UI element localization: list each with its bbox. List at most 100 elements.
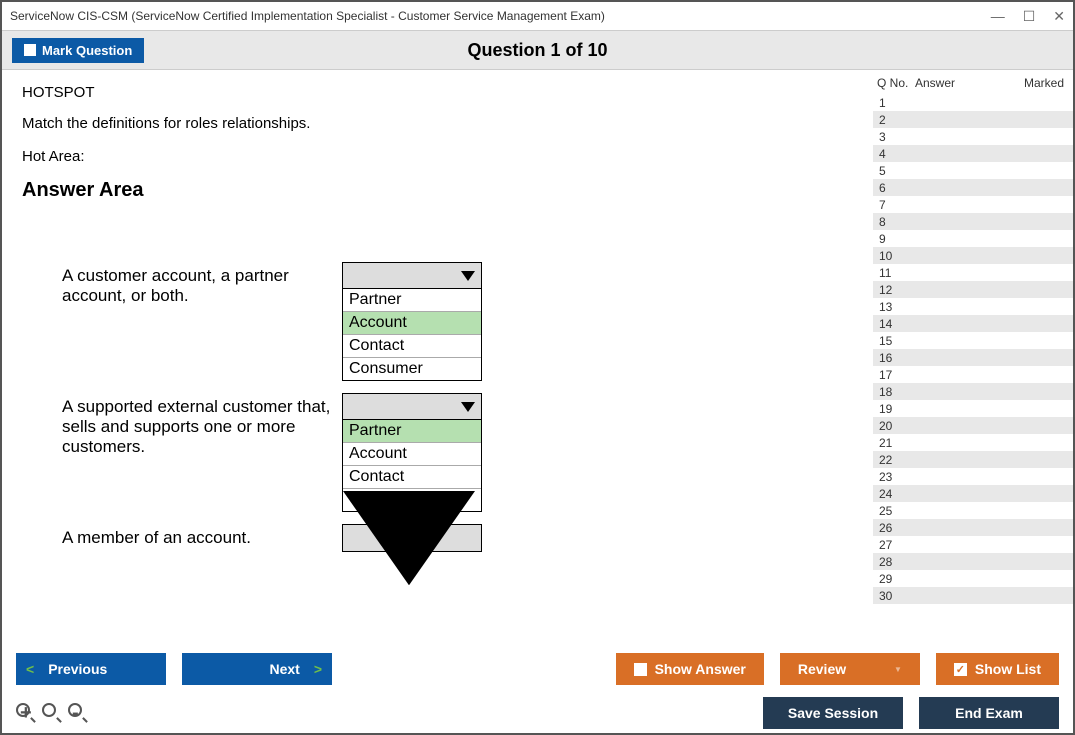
question-list-row[interactable]: 11 bbox=[873, 264, 1073, 281]
previous-button[interactable]: < Previous bbox=[16, 653, 166, 685]
question-type: HOTSPOT bbox=[22, 84, 853, 101]
zoom-in-icon[interactable]: + bbox=[16, 703, 36, 723]
chevron-right-icon: > bbox=[314, 661, 322, 677]
question-list-row[interactable]: 17 bbox=[873, 366, 1073, 383]
question-number: 3 bbox=[879, 130, 911, 144]
question-number: 23 bbox=[879, 470, 911, 484]
end-exam-button[interactable]: End Exam bbox=[919, 697, 1059, 729]
dropdown-option[interactable]: Partner bbox=[343, 289, 481, 312]
dropdown-option[interactable]: Contact bbox=[343, 466, 481, 489]
question-number: 30 bbox=[879, 589, 911, 603]
show-answer-label: Show Answer bbox=[655, 661, 746, 677]
question-list-row[interactable]: 5 bbox=[873, 162, 1073, 179]
chevron-down-icon: ▼ bbox=[894, 665, 902, 674]
dropdown-option[interactable]: Account bbox=[343, 443, 481, 466]
titlebar: ServiceNow CIS-CSM (ServiceNow Certified… bbox=[2, 2, 1073, 30]
question-list-row[interactable]: 30 bbox=[873, 587, 1073, 604]
app-window: ServiceNow CIS-CSM (ServiceNow Certified… bbox=[0, 0, 1075, 735]
save-session-button[interactable]: Save Session bbox=[763, 697, 903, 729]
close-icon[interactable]: ✕ bbox=[1053, 8, 1065, 25]
question-list-row[interactable]: 23 bbox=[873, 468, 1073, 485]
dropdown-option[interactable]: Account bbox=[343, 312, 481, 335]
question-list-row[interactable]: 13 bbox=[873, 298, 1073, 315]
question-list-row[interactable]: 7 bbox=[873, 196, 1073, 213]
zoom-reset-icon[interactable] bbox=[42, 703, 62, 723]
show-list-button[interactable]: Show List bbox=[936, 653, 1059, 685]
question-list-row[interactable]: 22 bbox=[873, 451, 1073, 468]
question-list-row[interactable]: 19 bbox=[873, 400, 1073, 417]
question-number: 29 bbox=[879, 572, 911, 586]
next-label: Next bbox=[269, 661, 299, 677]
dropdown-option[interactable]: Consumer bbox=[343, 358, 481, 380]
question-list-row[interactable]: 15 bbox=[873, 332, 1073, 349]
minimize-icon[interactable]: — bbox=[991, 8, 1005, 24]
question-content[interactable]: HOTSPOT Match the definitions for roles … bbox=[2, 70, 873, 643]
next-button[interactable]: Next > bbox=[182, 653, 332, 685]
question-list-panel: Q No. Answer Marked 12345678910111213141… bbox=[873, 70, 1073, 643]
question-number: 16 bbox=[879, 351, 911, 365]
question-list-row[interactable]: 2 bbox=[873, 111, 1073, 128]
question-number: 2 bbox=[879, 113, 911, 127]
dropdown-expanded[interactable]: PartnerAccountContactConsumer bbox=[342, 262, 482, 381]
dropdown-toggle[interactable] bbox=[343, 263, 481, 289]
dropdown-option[interactable]: Partner bbox=[343, 420, 481, 443]
question-list-row[interactable]: 3 bbox=[873, 128, 1073, 145]
col-marked: Marked bbox=[1019, 76, 1069, 90]
question-list-row[interactable]: 1 bbox=[873, 94, 1073, 111]
question-list-row[interactable]: 29 bbox=[873, 570, 1073, 587]
footer-row-1: < Previous Next > Show Answer Review ▼ S… bbox=[16, 653, 1059, 685]
match-description: A member of an account. bbox=[62, 524, 342, 548]
zoom-controls: + - bbox=[16, 703, 88, 723]
question-number: 22 bbox=[879, 453, 911, 467]
chevron-left-icon: < bbox=[26, 661, 34, 677]
show-answer-button[interactable]: Show Answer bbox=[616, 653, 764, 685]
question-list-row[interactable]: 6 bbox=[873, 179, 1073, 196]
checkbox-icon bbox=[24, 44, 36, 56]
dropdown-toggle[interactable] bbox=[343, 394, 481, 420]
end-exam-label: End Exam bbox=[955, 705, 1023, 721]
question-list-row[interactable]: 20 bbox=[873, 417, 1073, 434]
maximize-icon[interactable]: ☐ bbox=[1023, 8, 1036, 25]
question-list-row[interactable]: 8 bbox=[873, 213, 1073, 230]
show-list-label: Show List bbox=[975, 661, 1041, 677]
question-list[interactable]: 1234567891011121314151617181920212223242… bbox=[873, 94, 1073, 643]
dropdown-collapsed[interactable] bbox=[342, 524, 482, 552]
question-list-row[interactable]: 28 bbox=[873, 553, 1073, 570]
question-list-row[interactable]: 24 bbox=[873, 485, 1073, 502]
review-button[interactable]: Review ▼ bbox=[780, 653, 920, 685]
question-number: 5 bbox=[879, 164, 911, 178]
question-number: 13 bbox=[879, 300, 911, 314]
question-list-row[interactable]: 21 bbox=[873, 434, 1073, 451]
col-qno: Q No. bbox=[877, 76, 915, 90]
matches-container: A customer account, a partner account, o… bbox=[22, 262, 853, 552]
question-list-row[interactable]: 26 bbox=[873, 519, 1073, 536]
footer-row-2: + - Save Session End Exam bbox=[16, 697, 1059, 729]
question-number: 24 bbox=[879, 487, 911, 501]
main-area: HOTSPOT Match the definitions for roles … bbox=[2, 70, 1073, 643]
question-number: 20 bbox=[879, 419, 911, 433]
question-list-row[interactable]: 14 bbox=[873, 315, 1073, 332]
question-number: 15 bbox=[879, 334, 911, 348]
mark-question-button[interactable]: Mark Question bbox=[12, 38, 144, 63]
question-number: 14 bbox=[879, 317, 911, 331]
question-number: 19 bbox=[879, 402, 911, 416]
dropdown-option[interactable]: Contact bbox=[343, 335, 481, 358]
question-list-row[interactable]: 18 bbox=[873, 383, 1073, 400]
question-number: 17 bbox=[879, 368, 911, 382]
question-list-row[interactable]: 25 bbox=[873, 502, 1073, 519]
col-answer: Answer bbox=[915, 76, 1019, 90]
question-number: 4 bbox=[879, 147, 911, 161]
review-label: Review bbox=[798, 661, 846, 677]
question-list-row[interactable]: 16 bbox=[873, 349, 1073, 366]
answer-area-title: Answer Area bbox=[22, 179, 853, 202]
question-list-row[interactable]: 9 bbox=[873, 230, 1073, 247]
window-title: ServiceNow CIS-CSM (ServiceNow Certified… bbox=[10, 9, 991, 23]
question-list-row[interactable]: 12 bbox=[873, 281, 1073, 298]
question-list-row[interactable]: 10 bbox=[873, 247, 1073, 264]
question-list-row[interactable]: 27 bbox=[873, 536, 1073, 553]
question-number: 26 bbox=[879, 521, 911, 535]
question-number: 9 bbox=[879, 232, 911, 246]
zoom-out-icon[interactable]: - bbox=[68, 703, 88, 723]
question-list-row[interactable]: 4 bbox=[873, 145, 1073, 162]
question-prompt: Match the definitions for roles relation… bbox=[22, 115, 853, 132]
